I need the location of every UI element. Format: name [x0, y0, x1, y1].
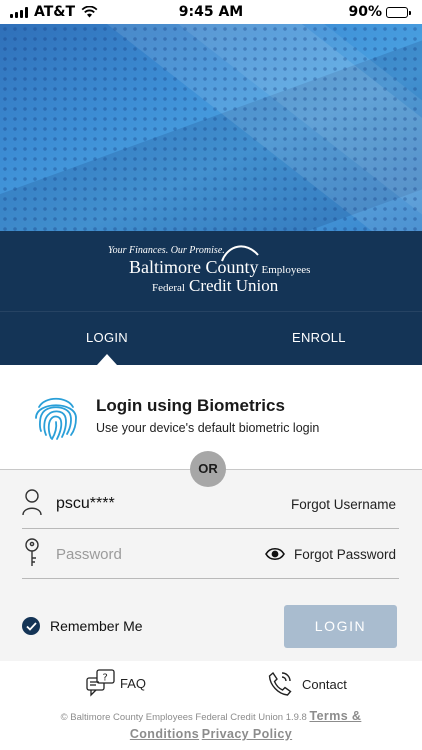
username-field[interactable]: pscu**** Forgot Username: [22, 484, 399, 529]
auth-tabs: LOGIN ENROLL: [0, 311, 422, 366]
status-bar: AT&T 9:45 AM 90%: [0, 0, 422, 24]
svg-text:?: ?: [103, 673, 108, 684]
checkmark-icon[interactable]: [22, 617, 40, 635]
password-input[interactable]: Password: [56, 546, 122, 563]
logo-name-line1: Baltimore County: [129, 257, 259, 277]
biometric-subtitle: Use your device's default biometric logi…: [96, 421, 320, 435]
logo-tagline: Your Finances. Our Promise.: [108, 245, 225, 256]
key-icon: [25, 538, 39, 566]
battery-icon: [386, 6, 411, 18]
hero-banner: [0, 24, 422, 231]
remember-me-toggle[interactable]: Remember Me: [22, 617, 143, 635]
phone-icon: [268, 671, 292, 696]
forgot-password-link[interactable]: Forgot Password: [294, 547, 396, 562]
user-icon: [22, 489, 42, 516]
privacy-link[interactable]: Privacy Policy: [202, 727, 292, 741]
username-value[interactable]: pscu****: [56, 495, 115, 513]
logo-employees: Employees: [261, 264, 311, 276]
battery-percent: 90%: [348, 4, 382, 20]
logo-federal: Federal: [152, 282, 185, 294]
login-button[interactable]: LOGIN: [284, 605, 397, 648]
or-divider: OR: [190, 451, 226, 487]
active-tab-indicator: [97, 354, 117, 365]
faq-link[interactable]: ? FAQ: [86, 669, 146, 697]
tab-enroll[interactable]: ENROLL: [292, 312, 346, 366]
faq-label: FAQ: [120, 675, 147, 691]
copyright-label: © Baltimore County Employees Federal Cre…: [60, 712, 307, 723]
logo-name-line2: Credit Union: [188, 276, 279, 295]
contact-link[interactable]: Contact: [268, 671, 347, 697]
remember-me-label: Remember Me: [50, 618, 143, 634]
fingerprint-icon: [35, 397, 77, 440]
forgot-username-link[interactable]: Forgot Username: [291, 497, 396, 512]
copyright-text: © Baltimore County Employees Federal Cre…: [36, 708, 386, 744]
password-field[interactable]: Password Forgot Password: [22, 534, 399, 579]
contact-label: Contact: [302, 676, 347, 692]
credit-union-logo: Your Finances. Our Promise. Baltimore Co…: [108, 245, 318, 300]
eye-icon[interactable]: [265, 547, 285, 561]
biometric-title: Login using Biometrics: [96, 396, 285, 415]
faq-chat-icon: ?: [86, 669, 115, 697]
